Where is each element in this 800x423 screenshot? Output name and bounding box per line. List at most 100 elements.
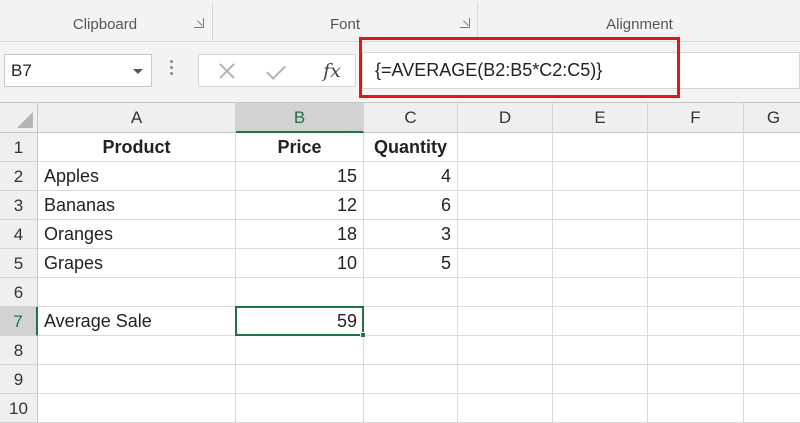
cell-f9[interactable] bbox=[648, 365, 744, 394]
cell-b7[interactable]: 59 bbox=[236, 307, 364, 336]
cell-c6[interactable] bbox=[364, 278, 458, 307]
cell-a9[interactable] bbox=[38, 365, 236, 394]
clipboard-dialog-launcher-icon[interactable] bbox=[194, 18, 204, 28]
cell-e9[interactable] bbox=[553, 365, 648, 394]
cell-b4[interactable]: 18 bbox=[236, 220, 364, 249]
cell-f4[interactable] bbox=[648, 220, 744, 249]
cell-a7[interactable]: Average Sale bbox=[38, 307, 236, 336]
cell-c10[interactable] bbox=[364, 394, 458, 423]
cell-a10[interactable] bbox=[38, 394, 236, 423]
cell-g1[interactable] bbox=[744, 133, 800, 162]
column-header-b[interactable]: B bbox=[236, 103, 364, 133]
cell-f3[interactable] bbox=[648, 191, 744, 220]
cell-e5[interactable] bbox=[553, 249, 648, 278]
cell-a1[interactable]: Product bbox=[38, 133, 236, 162]
row-header-2[interactable]: 2 bbox=[0, 162, 38, 191]
cell-e4[interactable] bbox=[553, 220, 648, 249]
cell-g7[interactable] bbox=[744, 307, 800, 336]
cell-d9[interactable] bbox=[458, 365, 553, 394]
cell-d6[interactable] bbox=[458, 278, 553, 307]
enter-check-icon[interactable] bbox=[265, 59, 295, 83]
select-all-corner[interactable] bbox=[0, 103, 38, 133]
column-header-c[interactable]: C bbox=[364, 103, 458, 133]
cell-c5[interactable]: 5 bbox=[364, 249, 458, 278]
cell-g9[interactable] bbox=[744, 365, 800, 394]
cell-b8[interactable] bbox=[236, 336, 364, 365]
cell-g4[interactable] bbox=[744, 220, 800, 249]
cell-c9[interactable] bbox=[364, 365, 458, 394]
clipboard-group-label: Clipboard bbox=[72, 16, 138, 33]
cell-e1[interactable] bbox=[553, 133, 648, 162]
cancel-icon[interactable] bbox=[213, 59, 243, 83]
fill-handle[interactable] bbox=[360, 332, 366, 338]
row-header-7[interactable]: 7 bbox=[0, 307, 38, 336]
cell-d5[interactable] bbox=[458, 249, 553, 278]
cell-b2[interactable]: 15 bbox=[236, 162, 364, 191]
cell-f10[interactable] bbox=[648, 394, 744, 423]
cell-d3[interactable] bbox=[458, 191, 553, 220]
cell-d2[interactable] bbox=[458, 162, 553, 191]
cell-f6[interactable] bbox=[648, 278, 744, 307]
cell-b10[interactable] bbox=[236, 394, 364, 423]
cell-g5[interactable] bbox=[744, 249, 800, 278]
row-header-6[interactable]: 6 bbox=[0, 278, 38, 307]
cell-d4[interactable] bbox=[458, 220, 553, 249]
cell-a5[interactable]: Grapes bbox=[38, 249, 236, 278]
cell-d8[interactable] bbox=[458, 336, 553, 365]
cell-b9[interactable] bbox=[236, 365, 364, 394]
row-header-5[interactable]: 5 bbox=[0, 249, 38, 278]
column-header-a[interactable]: A bbox=[38, 103, 236, 133]
cell-b1[interactable]: Price bbox=[236, 133, 364, 162]
font-dialog-launcher-icon[interactable] bbox=[460, 18, 470, 28]
cell-g3[interactable] bbox=[744, 191, 800, 220]
cell-e8[interactable] bbox=[553, 336, 648, 365]
cell-b3[interactable]: 12 bbox=[236, 191, 364, 220]
cell-a2[interactable]: Apples bbox=[38, 162, 236, 191]
row-header-9[interactable]: 9 bbox=[0, 365, 38, 394]
cell-f5[interactable] bbox=[648, 249, 744, 278]
row-header-3[interactable]: 3 bbox=[0, 191, 38, 220]
cell-e2[interactable] bbox=[553, 162, 648, 191]
cell-a4[interactable]: Oranges bbox=[38, 220, 236, 249]
cell-c1[interactable]: Quantity bbox=[364, 133, 458, 162]
cell-e10[interactable] bbox=[553, 394, 648, 423]
column-header-g[interactable]: G bbox=[744, 103, 800, 133]
cell-e3[interactable] bbox=[553, 191, 648, 220]
formula-input[interactable]: {=AVERAGE(B2:B5*C2:C5)} bbox=[362, 52, 800, 89]
cell-f7[interactable] bbox=[648, 307, 744, 336]
cell-g8[interactable] bbox=[744, 336, 800, 365]
column-header-d[interactable]: D bbox=[458, 103, 553, 133]
cell-b6[interactable] bbox=[236, 278, 364, 307]
cell-a8[interactable] bbox=[38, 336, 236, 365]
cell-c8[interactable] bbox=[364, 336, 458, 365]
cell-d7[interactable] bbox=[458, 307, 553, 336]
cell-e7[interactable] bbox=[553, 307, 648, 336]
cell-d10[interactable] bbox=[458, 394, 553, 423]
chevron-down-icon[interactable] bbox=[133, 69, 143, 74]
row-header-10[interactable]: 10 bbox=[0, 394, 38, 423]
column-header-e[interactable]: E bbox=[553, 103, 648, 133]
name-box[interactable]: B7 bbox=[4, 54, 152, 87]
cell-f2[interactable] bbox=[648, 162, 744, 191]
cell-e6[interactable] bbox=[553, 278, 648, 307]
cell-c2[interactable]: 4 bbox=[364, 162, 458, 191]
cell-g10[interactable] bbox=[744, 394, 800, 423]
cell-g6[interactable] bbox=[744, 278, 800, 307]
cell-g2[interactable] bbox=[744, 162, 800, 191]
ribbon-group-clipboard: Clipboard bbox=[0, 0, 210, 42]
cell-f1[interactable] bbox=[648, 133, 744, 162]
cell-c7[interactable] bbox=[364, 307, 458, 336]
cell-a6[interactable] bbox=[38, 278, 236, 307]
row-header-8[interactable]: 8 bbox=[0, 336, 38, 365]
insert-function-icon[interactable]: fx bbox=[317, 59, 347, 83]
cell-d1[interactable] bbox=[458, 133, 553, 162]
row-header-1[interactable]: 1 bbox=[0, 133, 38, 162]
cell-c3[interactable]: 6 bbox=[364, 191, 458, 220]
more-options-icon[interactable] bbox=[170, 60, 173, 80]
column-header-f[interactable]: F bbox=[648, 103, 744, 133]
cell-c4[interactable]: 3 bbox=[364, 220, 458, 249]
cell-a3[interactable]: Bananas bbox=[38, 191, 236, 220]
cell-b5[interactable]: 10 bbox=[236, 249, 364, 278]
row-header-4[interactable]: 4 bbox=[0, 220, 38, 249]
cell-f8[interactable] bbox=[648, 336, 744, 365]
